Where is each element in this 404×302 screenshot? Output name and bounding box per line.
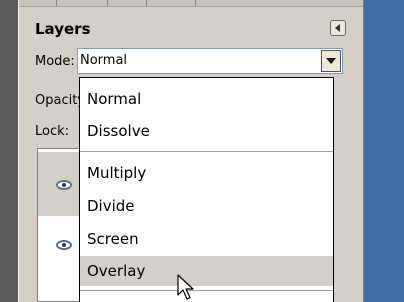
collapse-left-icon[interactable] (330, 20, 346, 36)
option-dissolve[interactable]: Dissolve (80, 116, 333, 146)
option-normal[interactable]: Normal (80, 84, 333, 114)
visibility-eye-icon[interactable] (56, 180, 72, 190)
separator (80, 151, 333, 152)
blend-mode-value: Normal (80, 53, 128, 68)
option-overlay[interactable]: Overlay (80, 256, 333, 286)
option-divide[interactable]: Divide (80, 191, 333, 221)
blend-mode-select[interactable]: Normal (77, 48, 343, 74)
visibility-eye-icon[interactable] (56, 240, 72, 250)
mouse-pointer-icon (177, 274, 194, 300)
option-screen[interactable]: Screen (80, 224, 333, 254)
top-ruler (19, 0, 363, 7)
lock-label: Lock: (35, 124, 70, 139)
panel-title: Layers (35, 20, 91, 38)
mode-label: Mode: (35, 54, 75, 69)
separator (80, 290, 333, 291)
blend-mode-dropdown: Normal Dissolve Multiply Divide Screen O… (79, 77, 334, 302)
left-edge (0, 0, 18, 302)
option-multiply[interactable]: Multiply (80, 158, 333, 188)
dropdown-arrow-icon[interactable] (321, 50, 341, 72)
